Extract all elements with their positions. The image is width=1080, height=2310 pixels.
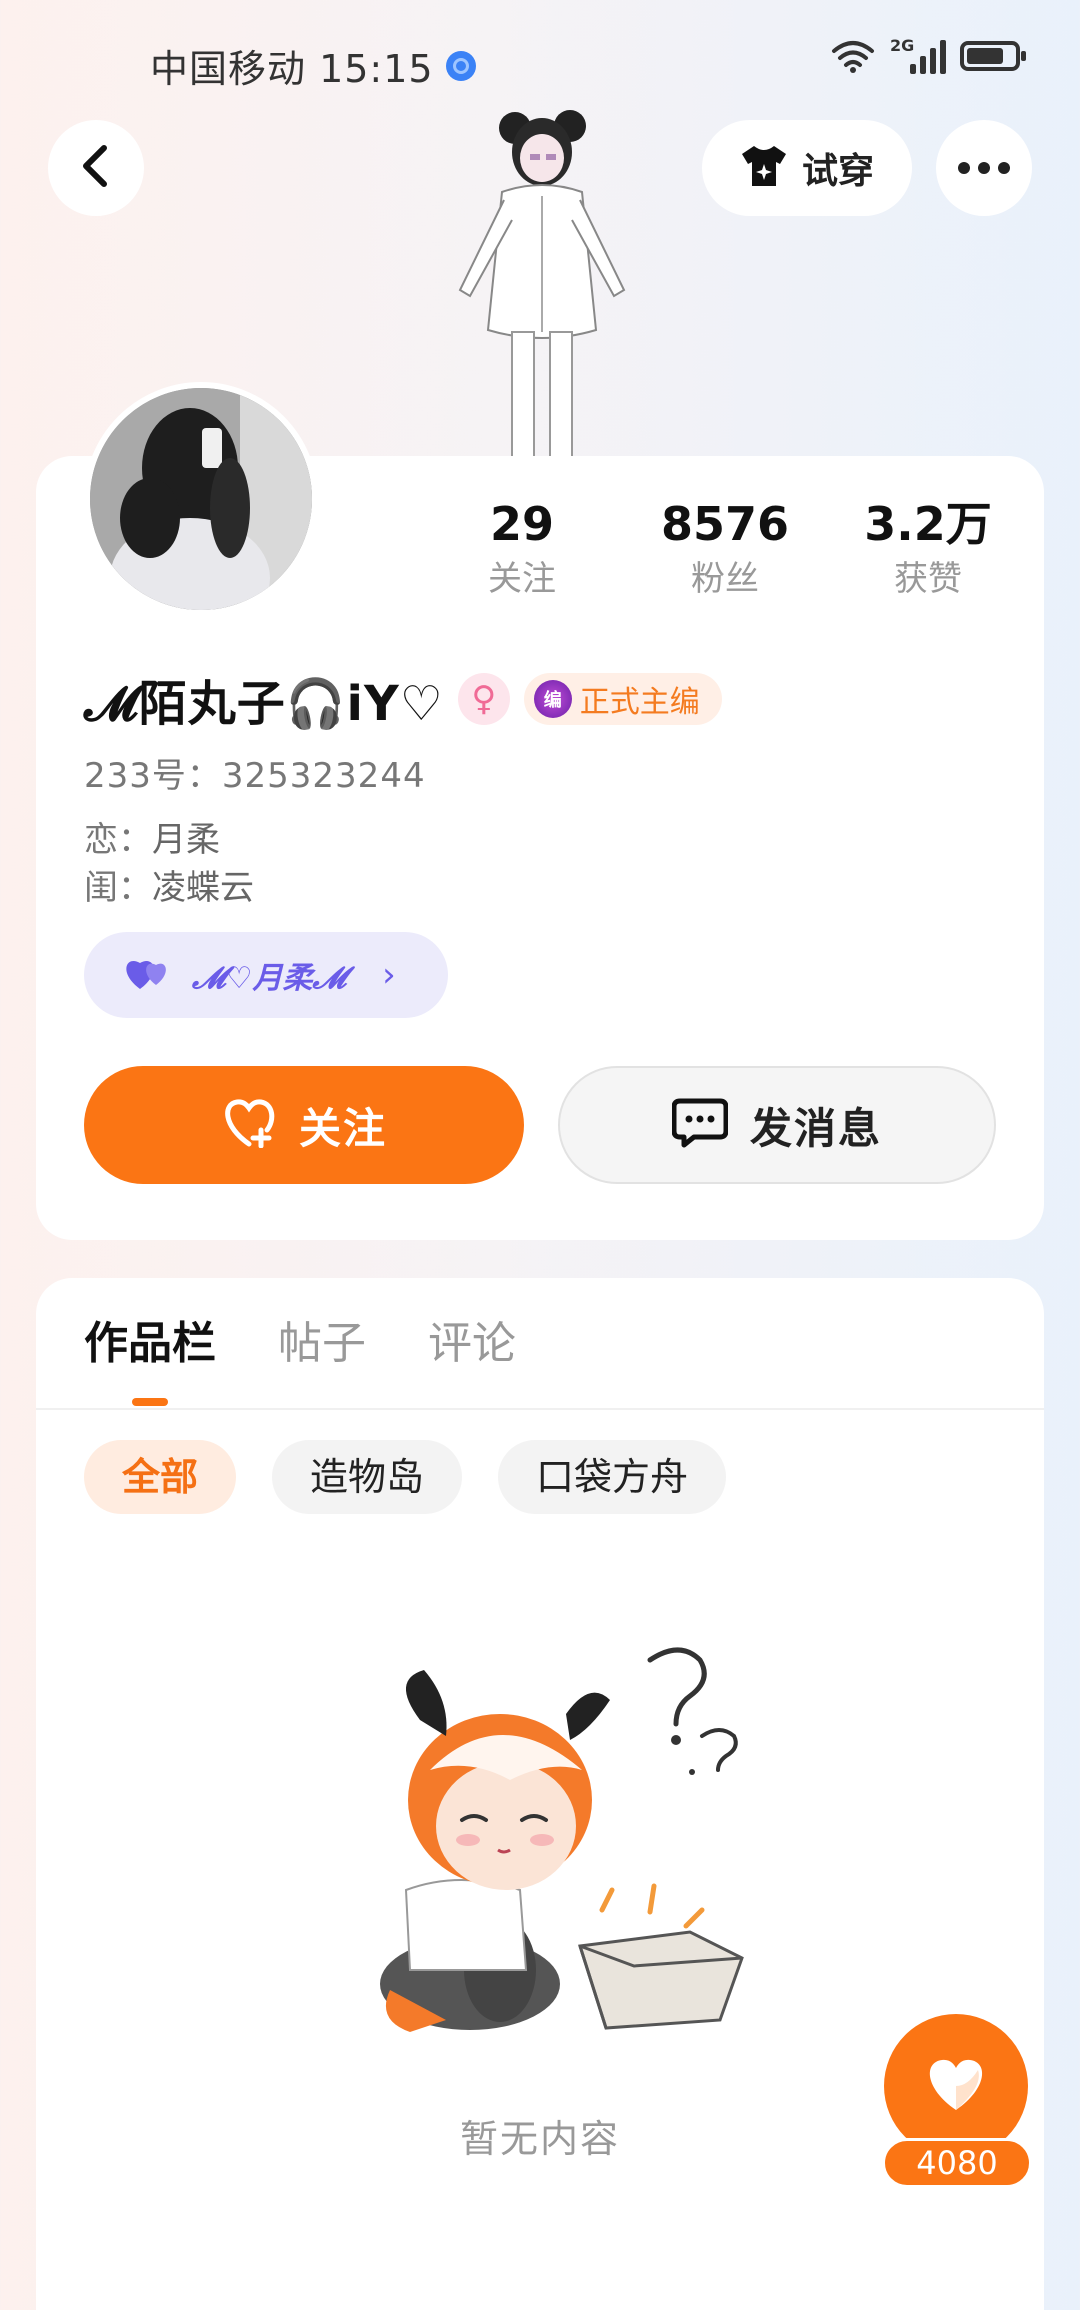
username: 𝓜陌丸子🎧iY♡ (84, 676, 444, 732)
follow-button[interactable]: 关注 (84, 1066, 524, 1184)
user-id: 233号：325323244 (84, 756, 426, 796)
signal-group: 2G (890, 38, 946, 74)
stat-value: 29 (489, 497, 554, 551)
carrier-time: 中国移动 15:15 (150, 47, 434, 91)
back-button[interactable] (48, 120, 144, 216)
tab-works[interactable]: 作品栏 (84, 1314, 216, 1406)
battery-icon (960, 41, 1026, 71)
more-dot-icon (978, 162, 990, 174)
editor-badge-icon: 编 (533, 680, 572, 718)
filter-chips: 全部 造物岛 口袋方舟 (84, 1440, 727, 1514)
tab-label: 评论 (428, 1318, 516, 1369)
relation-key: 恋： (84, 820, 152, 860)
chat-bubble-icon (671, 1097, 729, 1153)
more-dot-icon (998, 162, 1010, 174)
filter-all[interactable]: 全部 (84, 1440, 237, 1514)
chevron-left-icon (78, 144, 114, 192)
message-label: 发消息 (749, 1103, 882, 1153)
relation-bestie: 闺：凌蝶云 (84, 860, 254, 909)
username-row: 𝓜陌丸子🎧iY♡ ♀ 编 正式主编 (84, 664, 722, 734)
more-button[interactable] (936, 120, 1032, 216)
location-icon (445, 50, 476, 81)
heart-icon (924, 2056, 988, 2116)
relation-value[interactable]: 凌蝶云 (152, 868, 254, 908)
network-label: 2G (890, 36, 915, 55)
avatar[interactable] (84, 382, 318, 616)
stat-likes[interactable]: 3.2万 获赞 (838, 496, 1018, 602)
tab-label: 帖子 (278, 1318, 366, 1369)
stat-value: 3.2万 (864, 497, 992, 551)
stat-label: 获赞 (894, 559, 962, 599)
relation-key: 闺： (84, 868, 152, 908)
role-label: 正式主编 (579, 685, 700, 720)
female-icon: ♀ (457, 673, 510, 725)
stat-followers[interactable]: 8576 粉丝 (635, 496, 815, 602)
empty-state-illustration (350, 1640, 770, 2060)
tab-comments[interactable]: 评论 (428, 1314, 516, 1394)
relation-value[interactable]: 月柔 (152, 820, 220, 860)
filter-pocket-ark[interactable]: 口袋方舟 (498, 1440, 727, 1514)
tryon-button[interactable]: 试穿 (702, 120, 912, 216)
status-right: 2G (830, 38, 1026, 74)
follow-label: 关注 (298, 1103, 387, 1153)
tab-indicator (132, 1398, 168, 1406)
cp-chip[interactable]: 𝓜♡月柔𝓜 › (84, 932, 448, 1018)
more-dot-icon (958, 162, 970, 174)
content-tabs: 作品栏 帖子 评论 (84, 1314, 516, 1406)
chevron-right-icon: › (382, 955, 396, 995)
tabs-divider (36, 1408, 1044, 1410)
stat-label: 粉丝 (691, 559, 759, 599)
status-left: 中国移动 15:15 (150, 38, 476, 93)
avatar-model-figure (440, 100, 660, 461)
filter-creation-island[interactable]: 造物岛 (272, 1440, 463, 1514)
stat-value: 8576 (660, 497, 790, 551)
like-fab-button[interactable] (884, 2014, 1028, 2158)
tshirt-icon (740, 144, 788, 192)
tryon-label: 试穿 (801, 151, 874, 192)
stat-following[interactable]: 29 关注 (432, 496, 612, 602)
signal-icon (910, 38, 946, 74)
cp-name: 𝓜♡月柔𝓜 (192, 961, 347, 996)
message-button[interactable]: 发消息 (558, 1066, 996, 1184)
relation-lover: 恋：月柔 (84, 812, 220, 861)
wifi-icon (830, 38, 876, 74)
tab-posts[interactable]: 帖子 (278, 1314, 366, 1394)
heart-plus-icon (221, 1098, 277, 1152)
like-count: 4080 (882, 2138, 1032, 2188)
role-badge[interactable]: 编 正式主编 (523, 673, 722, 725)
tab-label: 作品栏 (84, 1318, 216, 1369)
stat-label: 关注 (488, 559, 556, 599)
double-heart-icon (124, 955, 174, 995)
